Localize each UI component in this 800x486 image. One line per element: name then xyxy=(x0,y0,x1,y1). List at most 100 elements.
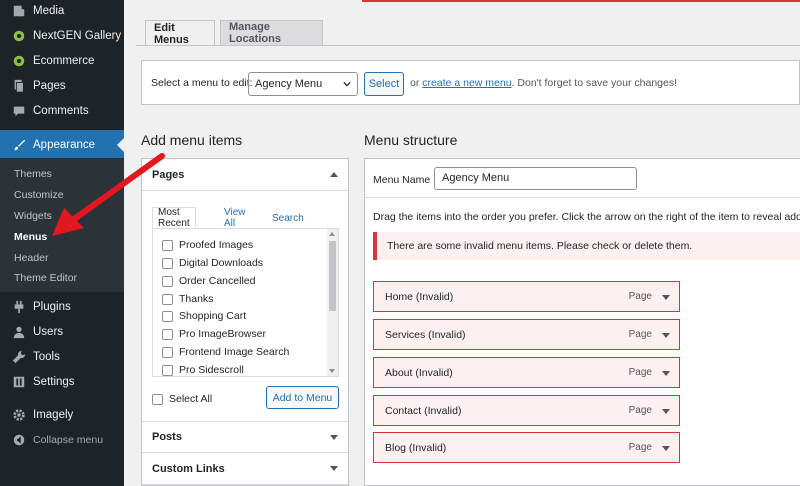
sidebar-item-label: Imagely xyxy=(33,408,74,421)
select-all-checkbox[interactable]: Select All xyxy=(152,393,212,405)
submenu-item-header[interactable]: Header xyxy=(14,252,48,264)
menu-item-title: About (Invalid) xyxy=(385,366,453,379)
checkbox[interactable] xyxy=(162,275,173,287)
checkbox[interactable] xyxy=(162,257,173,269)
wrench-icon xyxy=(12,350,26,364)
checkbox[interactable] xyxy=(162,239,173,251)
page-label: Shopping Cart xyxy=(179,310,247,322)
submenu-item-theme-editor[interactable]: Theme Editor xyxy=(14,272,77,284)
menu-item-title: Blog (Invalid) xyxy=(385,441,447,454)
invalid-items-notice: There are some invalid menu items. Pleas… xyxy=(373,232,800,260)
sidebar-item-label: Collapse menu xyxy=(33,433,104,446)
sidebar-item-plugins[interactable]: Plugins xyxy=(0,294,124,319)
menu-structure-panel: Menu Name Agency Menu Drag the items int… xyxy=(364,158,800,486)
add-to-menu-button[interactable]: Add to Menu xyxy=(266,386,339,409)
sidebar-item-users[interactable]: Users xyxy=(0,319,124,344)
collapse-menu-button[interactable]: Collapse menu xyxy=(0,427,124,452)
page-label: Thanks xyxy=(179,293,214,305)
posts-accordion-header[interactable]: Posts xyxy=(142,421,348,453)
media-icon xyxy=(12,4,26,18)
sidebar-item-media[interactable]: Media xyxy=(0,0,124,23)
page-label: Pro ImageBrowser xyxy=(179,328,266,340)
drag-instructions: Drag the items into the order you prefer… xyxy=(373,211,800,223)
submenu-item-customize[interactable]: Customize xyxy=(14,189,64,201)
sidebar-item-appearance[interactable]: Appearance xyxy=(0,130,124,160)
checkbox[interactable] xyxy=(162,293,173,305)
menu-item-about[interactable]: About (Invalid) Page xyxy=(373,357,680,388)
sidebar-item-ecommerce[interactable]: Ecommerce xyxy=(0,48,124,73)
menu-item-title: Services (Invalid) xyxy=(385,328,466,341)
pages-checklist: Proofed Images Digital Downloads Order C… xyxy=(152,228,339,377)
list-item[interactable]: Pro Sidescroll xyxy=(162,364,244,376)
gear-icon xyxy=(12,408,26,422)
expand-down-icon[interactable] xyxy=(662,333,670,338)
sidebar-item-tools[interactable]: Tools xyxy=(0,344,124,369)
select-button[interactable]: Select xyxy=(364,72,404,96)
menu-item-contact[interactable]: Contact (Invalid) Page xyxy=(373,395,680,426)
ecommerce-icon xyxy=(12,54,26,68)
scroll-up-icon[interactable] xyxy=(329,232,335,236)
tab-view-all[interactable]: View All xyxy=(219,207,251,229)
sidebar-item-label: Ecommerce xyxy=(33,54,95,67)
expand-down-icon[interactable] xyxy=(662,409,670,414)
checkbox[interactable] xyxy=(162,310,173,322)
checkbox[interactable] xyxy=(162,364,173,376)
page-label: Proofed Images xyxy=(179,239,254,251)
list-item[interactable]: Digital Downloads xyxy=(162,257,263,269)
expand-down-icon xyxy=(330,435,338,440)
users-icon xyxy=(12,325,26,339)
menu-item-type: Page xyxy=(628,291,652,302)
expand-down-icon[interactable] xyxy=(662,295,670,300)
posts-section-title: Posts xyxy=(152,431,182,443)
scroll-down-icon[interactable] xyxy=(329,369,335,373)
checkbox[interactable] xyxy=(152,393,163,405)
select-menu-label: Select a menu to edit: xyxy=(151,77,253,89)
sidebar-item-label: Pages xyxy=(33,79,66,92)
sidebar-item-pages[interactable]: Pages xyxy=(0,73,124,98)
select-menu-bar: Select a menu to edit: Agency Menu Selec… xyxy=(141,60,800,105)
tab-search[interactable]: Search xyxy=(267,207,309,229)
scroll-thumb[interactable] xyxy=(329,241,336,311)
menu-name-input[interactable]: Agency Menu xyxy=(434,167,637,190)
sidebar-item-settings[interactable]: Settings xyxy=(0,369,124,394)
pages-scrollbar[interactable] xyxy=(327,229,338,376)
pages-accordion-header[interactable]: Pages xyxy=(142,159,348,191)
select-all-label: Select All xyxy=(169,393,213,405)
list-item[interactable]: Frontend Image Search xyxy=(162,346,289,358)
submenu-item-themes[interactable]: Themes xyxy=(14,168,52,180)
add-menu-items-panel: Pages Most Recent View All Search Proofe… xyxy=(141,158,349,486)
list-item[interactable]: Proofed Images xyxy=(162,239,253,251)
menu-item-services[interactable]: Services (Invalid) Page xyxy=(373,319,680,350)
sidebar-item-imagely[interactable]: Imagely xyxy=(0,402,124,427)
sidebar-item-nextgen-gallery[interactable]: NextGEN Gallery xyxy=(0,23,124,48)
create-new-menu-link[interactable]: create a new menu xyxy=(422,77,511,89)
expand-down-icon[interactable] xyxy=(662,446,670,451)
submenu-item-widgets[interactable]: Widgets xyxy=(14,210,52,222)
checkbox[interactable] xyxy=(162,346,173,358)
expand-down-icon[interactable] xyxy=(662,371,670,376)
submenu-item-menus[interactable]: Menus xyxy=(14,231,47,243)
page-label: Order Cancelled xyxy=(179,275,256,287)
menu-item-type: Page xyxy=(628,405,652,416)
pages-section-title: Pages xyxy=(152,168,185,181)
list-item[interactable]: Order Cancelled xyxy=(162,275,255,287)
list-item[interactable]: Pro ImageBrowser xyxy=(162,328,266,340)
tab-most-recent[interactable]: Most Recent xyxy=(152,207,196,229)
admin-sidebar: Media NextGEN Gallery Ecommerce Pages Co… xyxy=(0,0,124,486)
sidebar-item-comments[interactable]: Comments xyxy=(0,98,124,123)
tab-manage-locations[interactable]: Manage Locations xyxy=(220,20,323,45)
chevron-down-icon xyxy=(343,81,351,87)
list-item[interactable]: Thanks xyxy=(162,293,213,305)
menu-select-dropdown[interactable]: Agency Menu xyxy=(248,72,358,96)
sidebar-item-label: Comments xyxy=(33,104,89,117)
collapse-up-icon xyxy=(330,172,338,177)
tab-edit-menus[interactable]: Edit Menus xyxy=(145,20,215,46)
checkbox[interactable] xyxy=(162,328,173,340)
appearance-submenu: Themes Customize Widgets Menus Header Th… xyxy=(0,158,124,292)
menu-item-title: Home (Invalid) xyxy=(385,290,454,303)
menu-item-home[interactable]: Home (Invalid) Page xyxy=(373,281,680,312)
menu-item-blog[interactable]: Blog (Invalid) Page xyxy=(373,432,680,463)
list-item[interactable]: Shopping Cart xyxy=(162,310,246,322)
pages-icon xyxy=(12,79,26,93)
custom-links-accordion-header[interactable]: Custom Links xyxy=(142,453,348,485)
